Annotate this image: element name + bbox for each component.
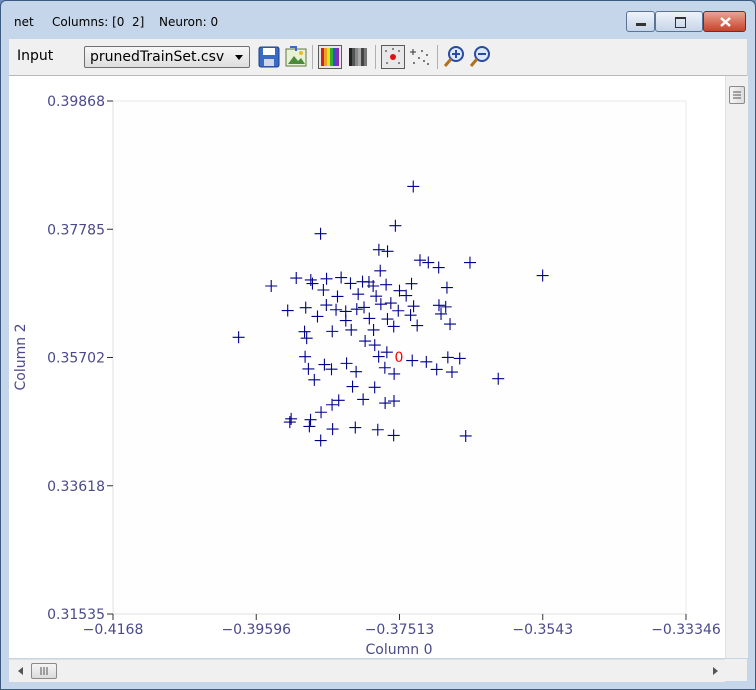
zoom-out-icon [469, 46, 490, 67]
toolbar: Input prunedTrainSet.csv [9, 39, 747, 76]
grayscale-map-icon [349, 48, 367, 66]
scatter-points-icon [410, 49, 429, 65]
save-button[interactable] [257, 45, 281, 69]
close-button[interactable] [703, 11, 746, 32]
file-select[interactable]: prunedTrainSet.csv [84, 46, 250, 68]
input-label: Input [17, 48, 54, 64]
y-tick-label: 0.31535 [47, 607, 105, 623]
horizontal-scroll-thumb[interactable] [31, 663, 57, 679]
title-neuron: Neuron: 0 [159, 15, 219, 29]
grip-icon [40, 667, 48, 675]
x-tick-label: −0.3543 [512, 622, 573, 638]
neuron-label: 0 [395, 350, 404, 366]
show-neuron-button[interactable] [381, 45, 405, 69]
y-tick-label: 0.35702 [47, 351, 105, 367]
zoom-in-icon [443, 46, 464, 67]
x-tick-label: −0.33346 [651, 622, 721, 638]
grip-icon [733, 91, 741, 99]
x-tick-label: −0.4168 [83, 622, 144, 638]
scatter-chart: 0.39868 0.37785 0.35702 0.33618 0.31535 −0.4… [13, 94, 721, 658]
grayscale-map-button[interactable] [346, 45, 370, 69]
close-icon [720, 17, 731, 27]
title-net: net [14, 15, 34, 29]
title-columns: Columns: [0 2] [52, 15, 145, 29]
maximize-button[interactable] [655, 11, 703, 32]
y-axis-title: Column 2 [13, 324, 29, 391]
vertical-scroll-thumb[interactable] [729, 86, 745, 104]
title-bar[interactable]: net Columns: [0 2] Neuron: 0 [1, 1, 755, 39]
color-map-button[interactable] [318, 45, 342, 69]
resize-grip[interactable] [725, 659, 747, 681]
chevron-down-icon [235, 55, 243, 60]
save-icon [258, 46, 280, 68]
x-tick-label: −0.37513 [365, 622, 435, 638]
vertical-scrollbar[interactable] [725, 76, 748, 658]
y-tick-label: 0.39868 [47, 94, 105, 110]
show-neuron-icon [385, 48, 400, 64]
scroll-left-icon[interactable] [13, 661, 27, 681]
horizontal-scrollbar[interactable] [9, 659, 725, 682]
y-tick-label: 0.37785 [47, 222, 105, 238]
scroll-right-icon[interactable] [709, 661, 723, 681]
color-map-icon [321, 48, 339, 66]
export-image-icon [285, 46, 307, 67]
file-select-value: prunedTrainSet.csv [90, 49, 225, 65]
minimize-icon [636, 23, 646, 26]
zoom-out-button[interactable] [469, 45, 493, 69]
minimize-button[interactable] [626, 11, 655, 32]
x-axis-title: Column 0 [366, 642, 433, 658]
app-window: net Columns: [0 2] Neuron: 0 Input prune… [0, 0, 756, 690]
x-tick-label: −0.39596 [221, 622, 291, 638]
export-image-button[interactable] [284, 45, 308, 69]
y-tick-label: 0.33618 [47, 479, 105, 495]
scatter-points-button[interactable] [408, 45, 432, 69]
zoom-in-button[interactable] [443, 45, 467, 69]
maximize-icon [675, 17, 686, 28]
plot-area: 0.39868 0.37785 0.35702 0.33618 0.31535 −0.4… [9, 76, 747, 658]
